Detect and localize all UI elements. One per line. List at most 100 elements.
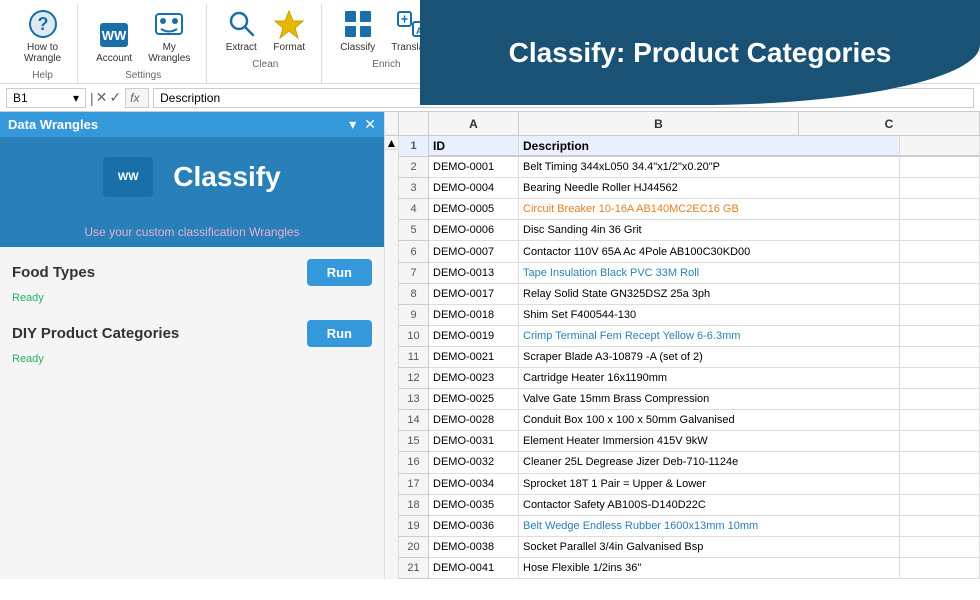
cell-c9[interactable] <box>900 305 980 326</box>
row-num-6[interactable]: 6 <box>399 241 429 262</box>
scroll-up-arrow[interactable]: ▲ <box>385 136 398 150</box>
cell-b17[interactable]: Sprocket 18T 1 Pair = Upper & Lower <box>519 474 900 495</box>
cell-c21[interactable] <box>900 558 980 579</box>
cell-c18[interactable] <box>900 495 980 516</box>
run-food-button[interactable]: Run <box>307 259 372 286</box>
cell-b8[interactable]: Relay Solid State GN325DSZ 25a 3ph <box>519 284 900 305</box>
cell-b4[interactable]: Circuit Breaker 10-16A AB140MC2EC16 GB <box>519 199 900 220</box>
row-num-11[interactable]: 11 <box>399 347 429 368</box>
row-num-19[interactable]: 19 <box>399 516 429 537</box>
cell-a18[interactable]: DEMO-0035 <box>429 495 519 516</box>
cell-b10[interactable]: Crimp Terminal Fem Recept Yellow 6-6.3mm <box>519 326 900 347</box>
cell-b18[interactable]: Contactor Safety AB100S-D140D22C <box>519 495 900 516</box>
col-header-c[interactable]: C <box>799 112 980 136</box>
col-header-a[interactable]: A <box>429 112 519 136</box>
header-cell-c[interactable] <box>900 136 980 157</box>
cell-b21[interactable]: Hose Flexible 1/2ins 36" <box>519 558 900 579</box>
cell-a12[interactable]: DEMO-0023 <box>429 368 519 389</box>
header-cell-desc[interactable]: Description <box>519 136 900 157</box>
cell-c4[interactable] <box>900 199 980 220</box>
cell-b13[interactable]: Valve Gate 15mm Brass Compression <box>519 389 900 410</box>
row-num-8[interactable]: 8 <box>399 284 429 305</box>
cell-reference[interactable]: B1 ▾ <box>6 88 86 108</box>
cell-b16[interactable]: Cleaner 25L Degrease Jizer Deb-710-1124e <box>519 452 900 473</box>
row-num-1[interactable]: 1 <box>399 136 429 157</box>
cell-c3[interactable] <box>900 178 980 199</box>
cell-b14[interactable]: Conduit Box 100 x 100 x 50mm Galvanised <box>519 410 900 431</box>
cell-a19[interactable]: DEMO-0036 <box>429 516 519 537</box>
sidebar-collapse-button[interactable]: ▾ <box>349 116 356 133</box>
cell-a7[interactable]: DEMO-0013 <box>429 263 519 284</box>
cell-c16[interactable] <box>900 452 980 473</box>
cell-a5[interactable]: DEMO-0006 <box>429 220 519 241</box>
row-num-5[interactable]: 5 <box>399 220 429 241</box>
cell-c10[interactable] <box>900 326 980 347</box>
row-num-17[interactable]: 17 <box>399 474 429 495</box>
cell-c20[interactable] <box>900 537 980 558</box>
cell-c7[interactable] <box>900 263 980 284</box>
cell-b20[interactable]: Socket Parallel 3/4in Galvanised Bsp <box>519 537 900 558</box>
cell-a4[interactable]: DEMO-0005 <box>429 199 519 220</box>
row-num-4[interactable]: 4 <box>399 199 429 220</box>
row-num-21[interactable]: 21 <box>399 558 429 579</box>
header-cell-id[interactable]: ID <box>429 136 519 157</box>
row-num-2[interactable]: 2 <box>399 157 429 178</box>
cell-c2[interactable] <box>900 157 980 178</box>
cell-a10[interactable]: DEMO-0019 <box>429 326 519 347</box>
cell-a6[interactable]: DEMO-0007 <box>429 241 519 262</box>
my-wrangles-button[interactable]: MyWrangles <box>142 4 196 68</box>
format-button[interactable]: Format <box>267 4 311 57</box>
cell-c14[interactable] <box>900 410 980 431</box>
cell-a3[interactable]: DEMO-0004 <box>429 178 519 199</box>
cell-a21[interactable]: DEMO-0041 <box>429 558 519 579</box>
cell-a11[interactable]: DEMO-0021 <box>429 347 519 368</box>
formula-check-icon[interactable]: ✓ <box>109 89 121 106</box>
classify-button[interactable]: Classify <box>334 4 381 57</box>
cell-a20[interactable]: DEMO-0038 <box>429 537 519 558</box>
cell-b5[interactable]: Disc Sanding 4in 36 Grit <box>519 220 900 241</box>
extract-button[interactable]: Extract <box>219 4 263 57</box>
run-diy-button[interactable]: Run <box>307 320 372 347</box>
row-num-18[interactable]: 18 <box>399 495 429 516</box>
cell-a8[interactable]: DEMO-0017 <box>429 284 519 305</box>
col-header-b[interactable]: B <box>519 112 799 136</box>
account-button[interactable]: WW Account <box>90 15 138 68</box>
cell-c13[interactable] <box>900 389 980 410</box>
cell-a9[interactable]: DEMO-0018 <box>429 305 519 326</box>
how-to-wrangle-button[interactable]: ? How toWrangle <box>18 4 67 68</box>
row-num-20[interactable]: 20 <box>399 537 429 558</box>
cell-a14[interactable]: DEMO-0028 <box>429 410 519 431</box>
row-num-14[interactable]: 14 <box>399 410 429 431</box>
cell-b12[interactable]: Cartridge Heater 16x1190mm <box>519 368 900 389</box>
cell-c6[interactable] <box>900 241 980 262</box>
cell-b7[interactable]: Tape Insulation Black PVC 33M Roll <box>519 263 900 284</box>
cell-c19[interactable] <box>900 516 980 537</box>
cell-a13[interactable]: DEMO-0025 <box>429 389 519 410</box>
sidebar-close-button[interactable]: ✕ <box>364 116 376 133</box>
row-num-15[interactable]: 15 <box>399 431 429 452</box>
cell-b6[interactable]: Contactor 110V 65A Ac 4Pole AB100C30KD00 <box>519 241 900 262</box>
cell-b11[interactable]: Scraper Blade A3-10879 -A (set of 2) <box>519 347 900 368</box>
cell-c12[interactable] <box>900 368 980 389</box>
cell-b19[interactable]: Belt Wedge Endless Rubber 1600x13mm 10mm <box>519 516 900 537</box>
cell-a15[interactable]: DEMO-0031 <box>429 431 519 452</box>
cell-c17[interactable] <box>900 474 980 495</box>
cell-a16[interactable]: DEMO-0032 <box>429 452 519 473</box>
cell-a2[interactable]: DEMO-0001 <box>429 157 519 178</box>
row-num-10[interactable]: 10 <box>399 326 429 347</box>
cell-c15[interactable] <box>900 431 980 452</box>
cell-b15[interactable]: Element Heater Immersion 415V 9kW <box>519 431 900 452</box>
cell-c8[interactable] <box>900 284 980 305</box>
cell-a17[interactable]: DEMO-0034 <box>429 474 519 495</box>
row-num-13[interactable]: 13 <box>399 389 429 410</box>
row-num-12[interactable]: 12 <box>399 368 429 389</box>
cell-b3[interactable]: Bearing Needle Roller HJ44562 <box>519 178 900 199</box>
row-num-3[interactable]: 3 <box>399 178 429 199</box>
row-num-16[interactable]: 16 <box>399 452 429 473</box>
cell-b2[interactable]: Belt Timing 344xL050 34.4"x1/2"x0.20"P <box>519 157 900 178</box>
row-num-9[interactable]: 9 <box>399 305 429 326</box>
cell-c11[interactable] <box>900 347 980 368</box>
formula-x-icon[interactable]: ✕ <box>96 89 108 106</box>
cell-b9[interactable]: Shim Set F400544-130 <box>519 305 900 326</box>
cell-c5[interactable] <box>900 220 980 241</box>
